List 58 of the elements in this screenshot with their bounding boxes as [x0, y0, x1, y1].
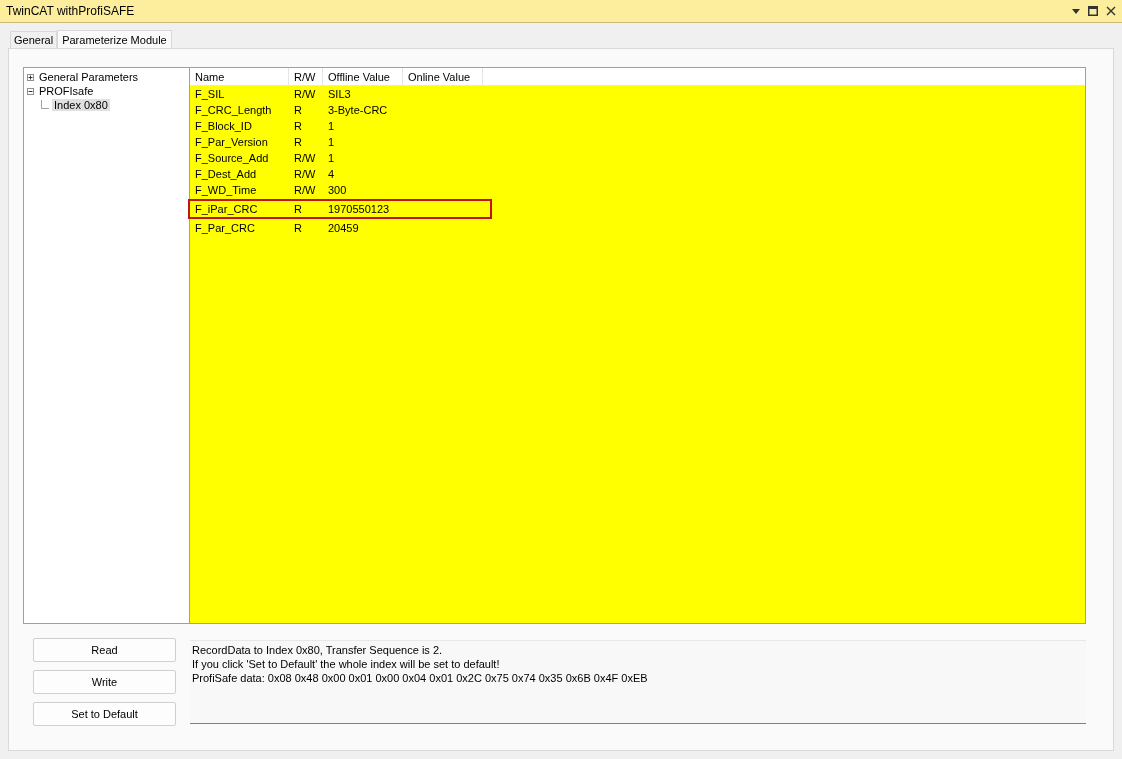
action-button[interactable]: Read — [33, 638, 176, 662]
expand-icon[interactable] — [27, 73, 34, 81]
message-line: RecordData to Index 0x80, Transfer Sequence is 2. — [192, 643, 444, 657]
table-row[interactable]: F_Source_Add R/W 1 — [190, 150, 490, 166]
table-cell-text: F_WD_Time — [194, 184, 258, 196]
table-cell-text: F_Block_ID — [194, 120, 253, 132]
table-cell-text: R/W — [293, 168, 317, 180]
table-row[interactable]: F_Block_ID R 1 — [190, 118, 490, 134]
column-header[interactable]: R/W — [289, 68, 323, 85]
table-cell-text: 300 — [327, 184, 348, 196]
table-cell-text: 3-Byte-CRC — [327, 104, 389, 116]
table-row[interactable]: F_Par_CRC R 20459 — [190, 220, 490, 236]
dropdown-icon[interactable] — [1072, 8, 1080, 14]
table-cell-text: R/W — [293, 88, 317, 100]
table-cell-text: 1 — [327, 152, 336, 164]
column-header[interactable]: Offline Value — [323, 68, 403, 85]
table-cell-text: R — [293, 120, 303, 132]
table-cell-text: R — [293, 203, 303, 215]
column-header[interactable]: Online Value — [403, 68, 483, 85]
table-cell-text: 4 — [327, 168, 336, 180]
table-cell-text: F_Par_CRC — [194, 222, 256, 234]
table-cell-text: R/W — [293, 184, 317, 196]
table-cell-text: 1 — [327, 120, 336, 132]
table-row[interactable]: F_WD_Time R/W 300 — [190, 182, 490, 198]
table-row[interactable]: F_Par_Version R 1 — [190, 134, 490, 150]
tree-item[interactable]: Index 0x80 — [52, 99, 110, 111]
tab[interactable]: General — [10, 31, 58, 48]
window-title: TwinCAT withProfiSAFE — [6, 4, 136, 18]
tree-item[interactable]: PROFIsafe — [37, 85, 96, 97]
table-cell-text: F_Source_Add — [194, 152, 270, 164]
table-cell-text: R — [293, 136, 303, 148]
tree-item[interactable]: General Parameters — [37, 71, 141, 83]
table-cell-text: R — [293, 104, 303, 116]
message-line: If you click 'Set to Default' the whole index will be set to default! — [192, 657, 501, 671]
table-row[interactable]: F_iPar_CRC R 1970550123 — [190, 201, 490, 217]
table-cell-text: R/W — [293, 152, 317, 164]
table-row[interactable]: F_SIL R/W SIL3 — [190, 86, 490, 102]
tree-connector-icon — [41, 100, 49, 110]
table-cell-text: F_Dest_Add — [194, 168, 258, 180]
action-button[interactable]: Set to Default — [33, 702, 176, 726]
column-header[interactable]: Name — [190, 68, 289, 85]
table-cell-text: 20459 — [327, 222, 360, 234]
table-cell-text: 1 — [327, 136, 336, 148]
table-cell-text: 1970550123 — [327, 203, 391, 215]
table-cell-text: F_iPar_CRC — [194, 203, 259, 215]
action-button[interactable]: Write — [33, 670, 176, 694]
table-cell-text: R — [293, 222, 303, 234]
table-cell-text: F_CRC_Length — [194, 104, 273, 116]
table-cell-text: F_Par_Version — [194, 136, 269, 148]
table-row[interactable]: F_CRC_Length R 3-Byte-CRC — [190, 102, 490, 118]
table-row[interactable]: F_Dest_Add R/W 4 — [190, 166, 490, 182]
message-line: ProfiSafe data: 0x08 0x48 0x00 0x01 0x00 0x04 0x01 0x2C 0x75 0x74 0x35 0x6B 0x4F 0xEB — [192, 671, 649, 685]
collapse-icon[interactable] — [27, 87, 34, 95]
close-icon[interactable] — [1106, 6, 1116, 16]
tab[interactable]: Parameterize Module — [57, 30, 172, 49]
maximize-icon[interactable] — [1088, 6, 1098, 16]
table-cell-text: F_SIL — [194, 88, 226, 100]
table-cell-text: SIL3 — [327, 88, 352, 100]
